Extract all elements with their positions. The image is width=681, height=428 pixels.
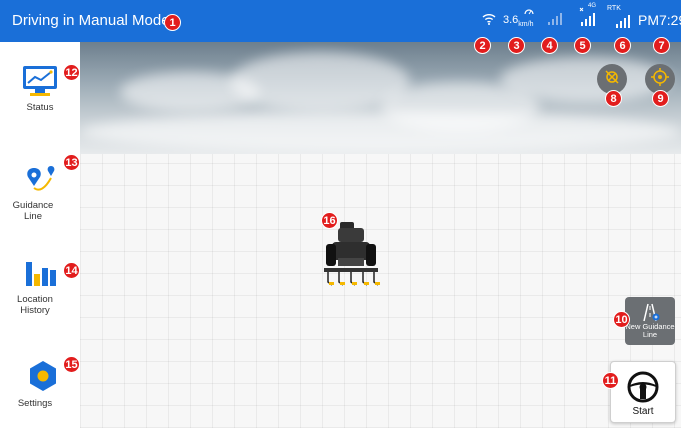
mode-title: Driving in Manual Mode (12, 12, 170, 29)
network-4g-icon (578, 6, 596, 31)
network-label: 4G (588, 3, 597, 9)
wifi-icon (482, 13, 496, 28)
rtk-signal-icon (616, 14, 630, 31)
top-status-bar: Driving in Manual Mode 3.6km/h 4G RTK PM… (0, 0, 681, 42)
status-monitor-icon (21, 64, 59, 98)
annotation-badge: 7 (653, 37, 670, 54)
gear-icon (27, 360, 59, 392)
map-3d-view[interactable] (80, 42, 681, 428)
tractor-model (320, 220, 382, 293)
annotation-badge: 8 (605, 90, 622, 107)
annotation-badge: 14 (63, 262, 80, 279)
guidance-line-icon (24, 164, 60, 196)
road-lines-icon (639, 302, 661, 322)
sidebar-item-label: Settings (17, 398, 53, 409)
speed-gauge-icon (524, 7, 534, 18)
start-button[interactable]: Start (610, 361, 676, 423)
location-history-icon (24, 256, 60, 288)
annotation-badge: 2 (474, 37, 491, 54)
steering-wheel-icon (626, 370, 660, 404)
annotation-badge: 5 (574, 37, 591, 54)
satellite-signal-icon (548, 13, 562, 28)
annotation-badge: 15 (63, 356, 80, 373)
speed-value: 3.6 (503, 14, 519, 26)
annotation-badge: 12 (63, 64, 80, 81)
annotation-badge: 3 (508, 37, 525, 54)
sky-background (80, 42, 681, 154)
annotation-badge: 9 (652, 90, 669, 107)
annotation-badge: 13 (63, 154, 80, 171)
sidebar-item-guidance-line[interactable]: Guidance Line (6, 164, 76, 222)
sidebar-item-label: Guidance Line (12, 200, 54, 222)
annotation-badge: 11 (602, 372, 619, 389)
annotation-badge: 10 (613, 311, 630, 328)
rtk-label: RTK (607, 5, 621, 12)
annotation-badge: 4 (541, 37, 558, 54)
new-guidance-line-button[interactable]: New Guidance Line (625, 297, 675, 345)
clock-time: PM7:29 (638, 12, 681, 28)
annotation-badge: 16 (321, 212, 338, 229)
crosshair-icon (650, 67, 670, 92)
annotation-badge: 6 (614, 37, 631, 54)
annotation-badge: 1 (164, 14, 181, 31)
speed-unit: km/h (518, 21, 534, 28)
satellite-off-icon (603, 68, 621, 91)
sidebar-item-label: Location History (17, 294, 53, 316)
sidebar-item-label: Status (26, 102, 54, 113)
start-label: Start (632, 406, 654, 417)
new-guidance-line-label: New Guidance Line (625, 322, 675, 339)
